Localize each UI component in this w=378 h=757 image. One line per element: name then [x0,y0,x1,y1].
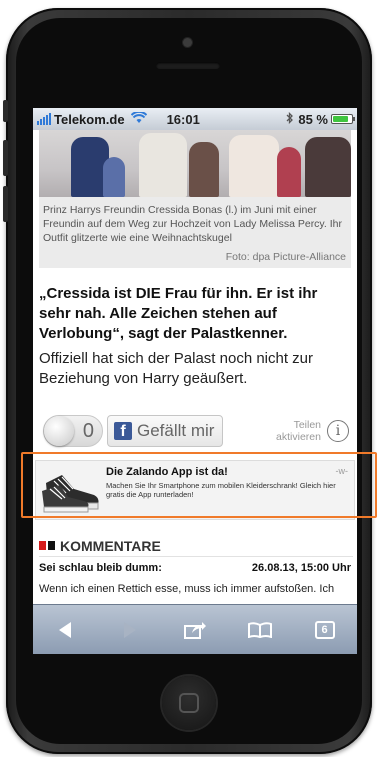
battery-percentage: 85 % [298,111,328,127]
share-icon[interactable] [180,615,210,645]
section-marker-red [39,541,46,550]
comment-text: Wenn ich einen Rettich esse, muss ich im… [39,583,335,595]
photo-figure [189,142,219,197]
bookmarks-icon[interactable] [245,615,275,645]
comment-author: Sei schlau bleib dumm: [39,562,162,574]
social-toggle[interactable]: 0 [43,415,103,447]
carrier-name: Telekom.de [54,111,125,127]
photo-caption-box: Prinz Harrys Freundin Cressida Bonas (l.… [39,197,351,268]
signal-strength-icon [37,113,52,125]
photo-figure [103,157,125,197]
facebook-icon: f [114,422,132,440]
share-activate-link[interactable]: Teilen aktivieren [276,419,321,443]
article-quote-headline: „Cressida ist DIE Frau für ihn. Er ist i… [39,285,318,342]
safari-toolbar: 6 [33,604,357,654]
comment-date: 26.08.13, 15:00 Uhr [251,562,351,574]
article-paragraph: Offiziell hat sich der Palast noch nicht… [39,350,314,387]
photo-credit: Foto: dpa Picture-Alliance [225,251,346,263]
facebook-like-button[interactable]: f Gefällt mir [107,415,224,447]
photo-figure [229,135,279,197]
phone-screen: Telekom.de 16:01 85 % Prinz Harrys Freun… [33,108,357,654]
share-label-line1: Teilen [293,419,321,431]
comment-item: Sei schlau bleib dumm: 26.08.13, 15:00 U… [39,562,351,597]
mute-switch [3,100,8,122]
home-button[interactable] [162,676,216,730]
comment-header: Sei schlau bleib dumm: 26.08.13, 15:00 U… [39,562,351,574]
battery-level-fill [333,116,349,122]
photo-caption: Prinz Harrys Freundin Cressida Bonas (l.… [43,204,342,244]
battery-icon [331,114,355,124]
ad-highlight-frame [21,452,377,518]
social-bar: 0 f Gefällt mir Teilen aktivieren i [43,414,349,448]
like-count: 0 [82,419,94,442]
volume-down-button [3,186,8,222]
comments-title: KOMMENTARE [60,537,161,554]
wifi-icon [130,110,147,127]
tabs-count: 6 [314,620,335,639]
toggle-knob [44,416,74,446]
volume-up-button [3,140,8,176]
photo-figure [277,147,301,197]
article-photo [39,130,351,197]
back-arrow-icon[interactable] [50,615,80,645]
home-square-icon [179,693,199,713]
like-label: Gefällt mir [137,421,215,440]
forward-arrow-icon[interactable] [115,615,145,645]
clock: 16:01 [166,111,200,127]
status-bar: Telekom.de 16:01 85 % [33,108,357,130]
screenshot-stage: Telekom.de 16:01 85 % Prinz Harrys Freun… [0,0,378,757]
bluetooth-icon [286,111,294,127]
section-marker-black [48,541,55,550]
earpiece-speaker [156,62,220,69]
info-icon[interactable]: i [327,420,349,442]
comments-header: KOMMENTARE [39,535,353,557]
photo-figure [305,137,351,197]
share-label-line2: aktivieren [276,431,321,443]
article-content: Prinz Harrys Freundin Cressida Bonas (l.… [33,130,357,604]
front-camera [183,38,192,47]
photo-figure [139,133,187,197]
tabs-button[interactable]: 6 [310,615,340,645]
